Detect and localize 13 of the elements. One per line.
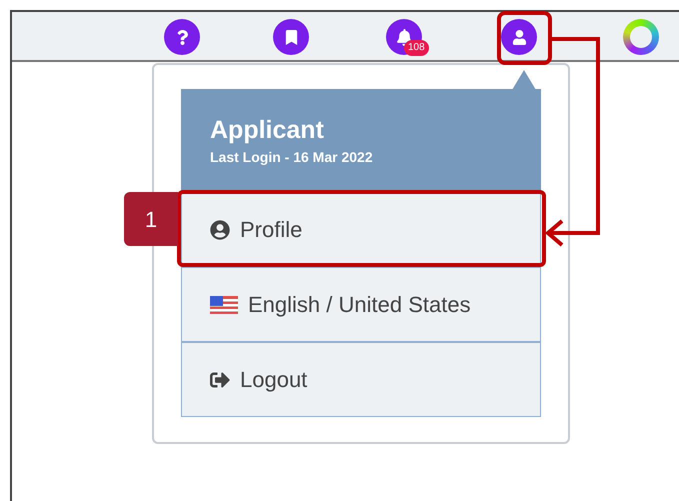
menu-item[interactable]: English / United States	[181, 267, 541, 342]
bookmark-icon[interactable]	[273, 19, 309, 55]
loading-ring-icon	[623, 19, 659, 55]
last-login: Last Login - 16 Mar 2022	[210, 148, 374, 167]
flag-icon	[210, 296, 238, 314]
logout-icon	[210, 370, 230, 390]
menu-item[interactable]: Logout	[181, 342, 541, 417]
highlight-frame	[497, 11, 552, 65]
user-name: Applicant	[210, 115, 325, 145]
notification-count: 108	[404, 40, 429, 56]
user-icon[interactable]	[501, 19, 537, 55]
step-badge: 1	[124, 192, 178, 246]
help-icon[interactable]	[164, 19, 200, 55]
